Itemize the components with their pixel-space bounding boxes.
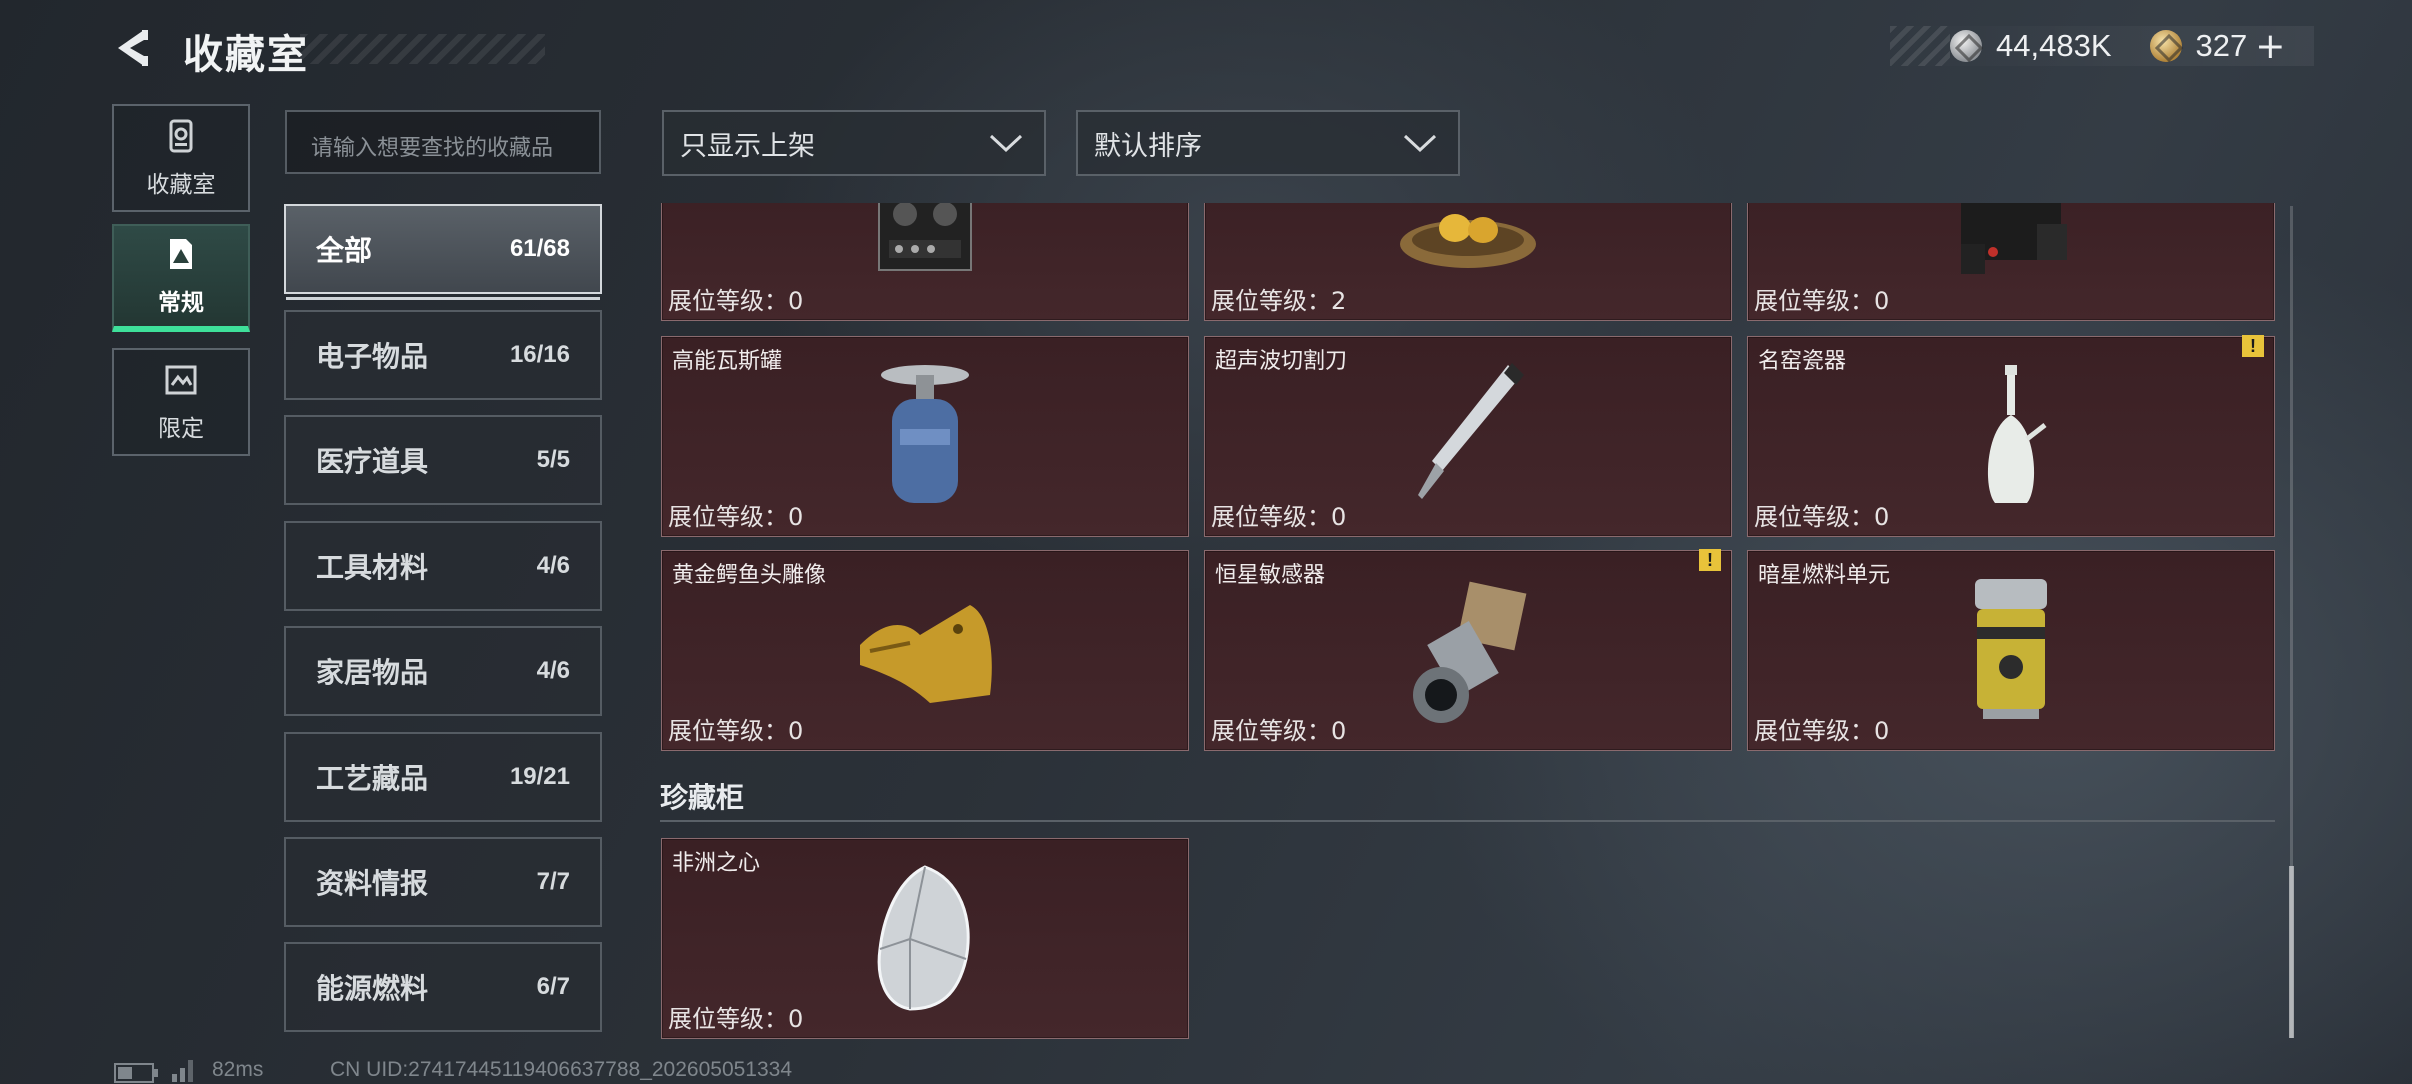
nav-collection[interactable]: 收藏室 <box>112 104 250 212</box>
item-card[interactable]: 恒星敏感器 ! 展位等级：0 <box>1204 549 1732 751</box>
category-name: 工艺藏品 <box>316 762 429 795</box>
battery-icon <box>114 1063 158 1083</box>
device-icon <box>1961 203 2067 274</box>
category-name: 资料情报 <box>316 867 429 900</box>
sort-label: 默认排序 <box>1094 130 1202 162</box>
item-name: 非洲之心 <box>672 851 761 876</box>
item-card[interactable]: 超声波切割刀 展位等级：0 <box>1204 336 1732 537</box>
category-medical[interactable]: 医疗道具 5/5 <box>284 415 602 505</box>
page-title: 收藏室 <box>183 32 309 78</box>
booth-level: 展位等级：2 <box>1211 287 1347 315</box>
booth-level: 展位等级：0 <box>1754 717 1890 745</box>
nav-regular[interactable]: 常规 <box>112 224 250 332</box>
star-sensor-icon <box>1413 581 1527 723</box>
currency-silver-value: 44,483K <box>1996 28 2112 63</box>
booth-level: 展位等级：0 <box>1211 503 1347 531</box>
item-grid: 展位等级：0 展位等级：2 展位等级：0 高能瓦斯罐 展位等级：0 超声波切割刀 <box>660 203 2275 1041</box>
porcelain-vase-icon <box>1987 365 2047 503</box>
booth-level: 展位等级：0 <box>668 287 804 315</box>
limited-icon <box>165 365 197 395</box>
category-electronics[interactable]: 电子物品 16/16 <box>284 310 602 400</box>
currency-gold-value: 327 <box>2195 28 2248 63</box>
nav-limited-label: 限定 <box>158 416 204 442</box>
item-card[interactable]: 非洲之心 展位等级：0 <box>661 838 1189 1039</box>
warning-badge: ! <box>1699 549 1721 571</box>
silver-coin-icon <box>1950 30 1982 62</box>
back-button[interactable] <box>112 26 156 70</box>
chevron-down-icon <box>1403 134 1437 153</box>
category-count: 4/6 <box>536 657 570 684</box>
item-name: 暗星燃料单元 <box>1758 563 1891 588</box>
category-fuel[interactable]: 能源燃料 6/7 <box>284 942 602 1032</box>
golden-eggs-nest-icon <box>1400 214 1536 268</box>
chevron-down-icon <box>989 134 1023 153</box>
category-name: 工具材料 <box>316 551 429 584</box>
category-intel[interactable]: 资料情报 7/7 <box>284 837 602 927</box>
fuel-cell-icon <box>1975 579 2047 719</box>
category-crafts[interactable]: 工艺藏品 19/21 <box>284 732 602 822</box>
booth-level: 展位等级：0 <box>668 503 804 531</box>
tape-recorder-icon <box>878 203 972 271</box>
category-all[interactable]: 全部 61/68 <box>284 204 602 300</box>
currency-decoration <box>1890 26 1950 66</box>
category-name: 能源燃料 <box>316 972 429 1005</box>
section-divider <box>660 820 2275 822</box>
nav-regular-label: 常规 <box>158 290 204 316</box>
nav-limited[interactable]: 限定 <box>112 348 250 456</box>
booth-level: 展位等级：0 <box>668 717 804 745</box>
category-household[interactable]: 家居物品 4/6 <box>284 626 602 716</box>
warning-badge: ! <box>2242 335 2264 357</box>
back-arrow-icon <box>118 30 148 66</box>
ping-value: 82ms <box>212 1058 264 1081</box>
booth-level: 展位等级：0 <box>668 1005 804 1033</box>
item-name: 名窑瓷器 <box>1758 349 1847 374</box>
item-card[interactable]: 展位等级：0 <box>661 203 1189 321</box>
item-card[interactable]: 暗星燃料单元 展位等级：0 <box>1747 550 2275 751</box>
add-currency-button[interactable]: + <box>2255 26 2285 67</box>
gas-canister-icon <box>881 365 969 503</box>
category-count: 6/7 <box>536 973 570 1000</box>
item-name: 黄金鳄鱼头雕像 <box>672 563 827 588</box>
user-uid: CN UID:2741744511940663778​8_20260505133… <box>330 1058 793 1081</box>
category-name: 家居物品 <box>316 656 429 689</box>
currency-bar: 44,483K 327 + <box>1890 26 2314 67</box>
signal-icon <box>172 1060 193 1082</box>
display-filter-dropdown[interactable]: 只显示上架 <box>662 110 1046 176</box>
category-name: 电子物品 <box>316 340 429 373</box>
sort-dropdown[interactable]: 默认排序 <box>1076 110 1460 176</box>
item-name: 超声波切割刀 <box>1215 349 1348 374</box>
regular-icon <box>170 239 192 269</box>
title-decoration <box>300 34 545 64</box>
collection-icon <box>169 119 193 153</box>
item-card[interactable]: 黄金鳄鱼头雕像 展位等级：0 <box>661 550 1189 751</box>
scrollbar-thumb[interactable] <box>2289 866 2294 1038</box>
category-count: 19/21 <box>509 763 570 790</box>
item-card[interactable]: 展位等级：0 <box>1747 203 2275 321</box>
search-input[interactable]: 请输入想要查找的收藏品 <box>285 110 601 174</box>
diamond-icon <box>877 865 970 1011</box>
item-name: 恒星敏感器 <box>1215 563 1326 588</box>
category-name: 全部 <box>316 234 373 267</box>
booth-level: 展位等级：0 <box>1754 503 1890 531</box>
gold-crocodile-icon <box>860 605 992 703</box>
category-count: 7/7 <box>536 868 570 895</box>
nav-collection-label: 收藏室 <box>146 172 216 198</box>
item-name: 高能瓦斯罐 <box>672 349 783 374</box>
gold-coin-icon <box>2149 30 2182 62</box>
category-tools[interactable]: 工具材料 4/6 <box>284 521 602 611</box>
category-count: 16/16 <box>509 341 570 368</box>
booth-level: 展位等级：0 <box>1754 287 1890 315</box>
category-count: 5/5 <box>536 446 570 473</box>
category-name: 医疗道具 <box>316 445 429 478</box>
ultrasonic-cutter-icon <box>1418 363 1524 499</box>
item-card[interactable]: 高能瓦斯罐 展位等级：0 <box>661 336 1189 537</box>
category-count: 61/68 <box>509 235 570 262</box>
item-card[interactable]: 展位等级：2 <box>1204 203 1732 321</box>
booth-level: 展位等级：0 <box>1211 717 1347 745</box>
item-card[interactable]: 名窑瓷器 ! 展位等级：0 <box>1747 335 2275 537</box>
section-title: 珍藏柜 <box>660 781 745 814</box>
category-count: 4/6 <box>536 552 570 579</box>
display-filter-label: 只显示上架 <box>680 130 815 162</box>
